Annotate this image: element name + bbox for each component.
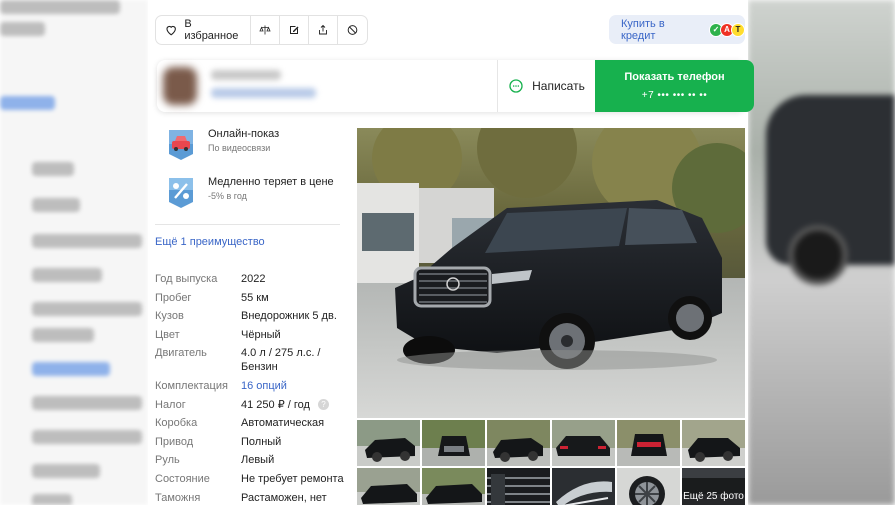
feature-subtitle: -5% в год [208, 191, 247, 201]
spec-row: Руль Левый [155, 453, 350, 467]
thumbnail[interactable] [487, 420, 550, 466]
seller-avatar[interactable] [163, 67, 197, 105]
feature-title: Онлайн-показ [208, 128, 280, 140]
spec-row: Комплектация 16 опций [155, 379, 350, 393]
bank-badge-tbank: Т [731, 22, 745, 37]
spec-row: Налог 41 250 ₽ / год? [155, 398, 350, 412]
block-icon [347, 25, 358, 35]
photo-thumbnails: Ещё 25 фото [357, 420, 745, 505]
divider [155, 224, 340, 225]
more-advantages-link[interactable]: Ещё 1 преимущество [155, 236, 265, 248]
feature-online-viewing: Онлайн-показ По видеосвязи [166, 128, 279, 162]
spec-key: Кузов [155, 310, 184, 323]
favorite-button[interactable]: В избранное [156, 16, 251, 44]
percent-badge-icon [169, 178, 193, 208]
tax-value: 41 250 ₽ / год [241, 398, 310, 411]
buy-on-credit-button[interactable]: Купить в кредит ✓ А Т [609, 15, 745, 44]
spec-key: Руль [155, 454, 180, 467]
write-label: Написать [532, 79, 585, 93]
spec-row: Состояние Не требует ремонта [155, 472, 350, 486]
spec-key: Пробег [155, 291, 192, 304]
car-video-icon [169, 130, 193, 160]
share-icon [319, 24, 327, 35]
spec-value: Внедорожник 5 дв. [241, 310, 337, 323]
spec-row: Год выпуска 2022 [155, 272, 350, 286]
thumbnail[interactable] [357, 468, 420, 505]
favorite-label: В избранное [184, 18, 239, 42]
spec-value: Автоматическая [241, 417, 325, 430]
spec-value: 55 км [241, 291, 269, 304]
thumbnail[interactable] [487, 468, 550, 505]
spec-row: Кузов Внедорожник 5 дв. [155, 309, 350, 323]
thumbnail[interactable] [422, 468, 485, 505]
chat-bubble-icon [509, 79, 523, 93]
specs-table: Год выпуска 2022 Пробег 55 км Кузов Внедоро… [155, 272, 350, 505]
thumbnail[interactable] [422, 420, 485, 466]
spec-key: Таможня [155, 491, 201, 504]
spec-key: Состояние [155, 472, 210, 485]
main-car-photo[interactable] [357, 128, 745, 418]
spec-row: Двигатель 4.0 л / 275 л.с. / Бензин [155, 346, 350, 374]
show-phone-button[interactable]: Показать телефон +7 ••• ••• •• •• [595, 60, 754, 112]
feature-title: Медленно теряет в цене [208, 176, 334, 188]
spec-key: Налог [155, 398, 186, 411]
write-message-button[interactable]: Написать [497, 60, 595, 112]
spec-key: Комплектация [155, 379, 228, 392]
note-button[interactable] [280, 16, 309, 44]
spec-row: Пробег 55 км [155, 291, 350, 305]
thumbnail[interactable] [682, 420, 745, 466]
spec-row: Таможня Растаможен, нет ПТС [155, 491, 350, 505]
thumbnail[interactable] [357, 420, 420, 466]
thumbnail[interactable] [617, 420, 680, 466]
spec-row: Цвет Чёрный [155, 328, 350, 342]
seller-name-blurred [211, 70, 281, 80]
spec-key: Привод [155, 435, 194, 448]
hide-button[interactable] [338, 16, 367, 44]
spec-value: Не требует ремонта [241, 472, 344, 485]
car-photo-image [357, 128, 745, 418]
background-page-left [0, 0, 148, 505]
spec-value: 2022 [241, 273, 266, 285]
feature-subtitle: По видеосвязи [208, 143, 271, 153]
spec-row: Привод Полный [155, 435, 350, 449]
spec-value: Полный [241, 435, 282, 448]
bank-badges: ✓ А Т [709, 22, 745, 37]
thumbnail-more[interactable]: Ещё 25 фото [682, 468, 745, 505]
compare-button[interactable] [251, 16, 280, 44]
background-page-right [748, 0, 895, 505]
credit-label: Купить в кредит [621, 17, 665, 42]
more-photos-label: Ещё 25 фото [682, 478, 745, 505]
action-toolbar: В избранное [155, 15, 368, 45]
spec-key: Коробка [155, 417, 198, 430]
heart-icon [166, 25, 176, 36]
thumbnail[interactable] [552, 468, 615, 505]
show-phone-label: Показать телефон [624, 71, 725, 83]
info-icon[interactable]: ? [317, 399, 329, 411]
spec-value: 41 250 ₽ / год? [241, 398, 329, 412]
spec-value: 4.0 л / 275 л.с. / Бензин [241, 347, 321, 374]
spec-key: Цвет [155, 328, 180, 341]
seller-info-blurred [211, 88, 316, 98]
share-button[interactable] [309, 16, 338, 44]
spec-row: Коробка Автоматическая [155, 416, 350, 430]
edit-note-icon [290, 26, 299, 34]
spec-key: Двигатель [155, 347, 207, 360]
seller-contact-bar: Написать Показать телефон +7 ••• ••• •• … [157, 60, 754, 112]
listing-panel: В избранное Купить в кредит ✓ А Т Написа… [148, 0, 754, 505]
spec-value: Растаможен, нет ПТС [241, 491, 327, 504]
options-link[interactable]: 16 опций [241, 379, 287, 393]
phone-masked: +7 ••• ••• •• •• [641, 90, 708, 101]
feature-slow-depreciation: Медленно теряет в цене -5% в год [166, 176, 334, 210]
spec-value: Левый [241, 454, 275, 467]
thumbnail[interactable] [552, 420, 615, 466]
spec-value: Чёрный [241, 328, 281, 341]
thumbnail[interactable] [617, 468, 680, 505]
spec-key: Год выпуска [155, 273, 218, 285]
compare-scales-icon [259, 25, 271, 35]
